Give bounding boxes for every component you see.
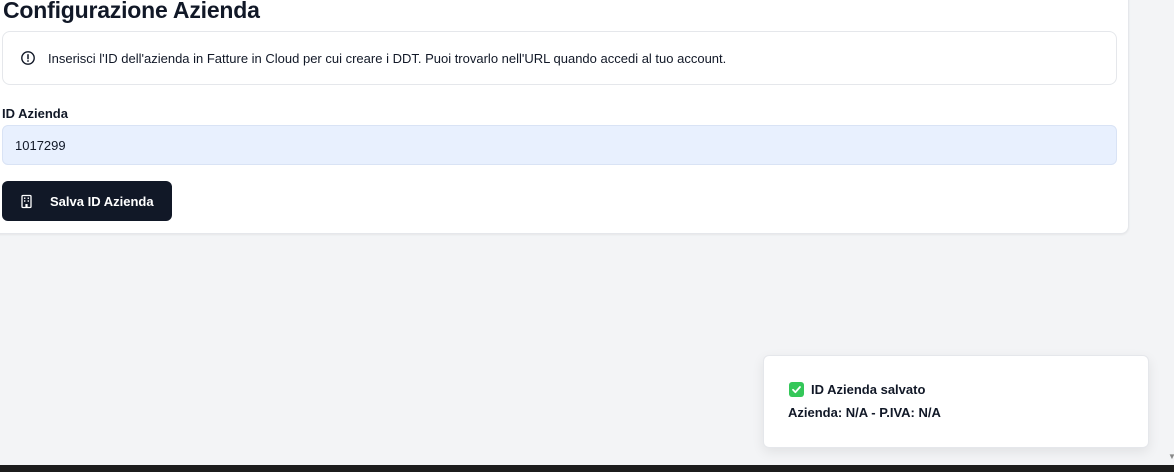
alert-text: Inserisci l'ID dell'azienda in Fatture i… (48, 50, 727, 66)
bottom-bar (0, 465, 1174, 472)
toast-title-row: ID Azienda salvato (788, 382, 1124, 397)
save-id-button[interactable]: Salva ID Azienda (2, 181, 172, 221)
toast-detail: Azienda: N/A - P.IVA: N/A (788, 405, 941, 420)
id-azienda-input[interactable] (2, 125, 1117, 165)
info-circle-icon (20, 50, 36, 66)
page-scrollbar[interactable] (1168, 0, 1174, 465)
id-azienda-label: ID Azienda (2, 106, 68, 121)
page-title: Configurazione Azienda (3, 0, 260, 23)
building-icon (19, 194, 34, 209)
check-box-icon (789, 382, 804, 397)
success-toast: ID Azienda salvato Azienda: N/A - P.IVA:… (763, 355, 1149, 448)
save-button-label: Salva ID Azienda (50, 193, 154, 209)
scroll-down-icon[interactable]: ▼ (1168, 452, 1174, 462)
info-alert: Inserisci l'ID dell'azienda in Fatture i… (2, 31, 1117, 85)
toast-title: ID Azienda salvato (811, 382, 926, 397)
